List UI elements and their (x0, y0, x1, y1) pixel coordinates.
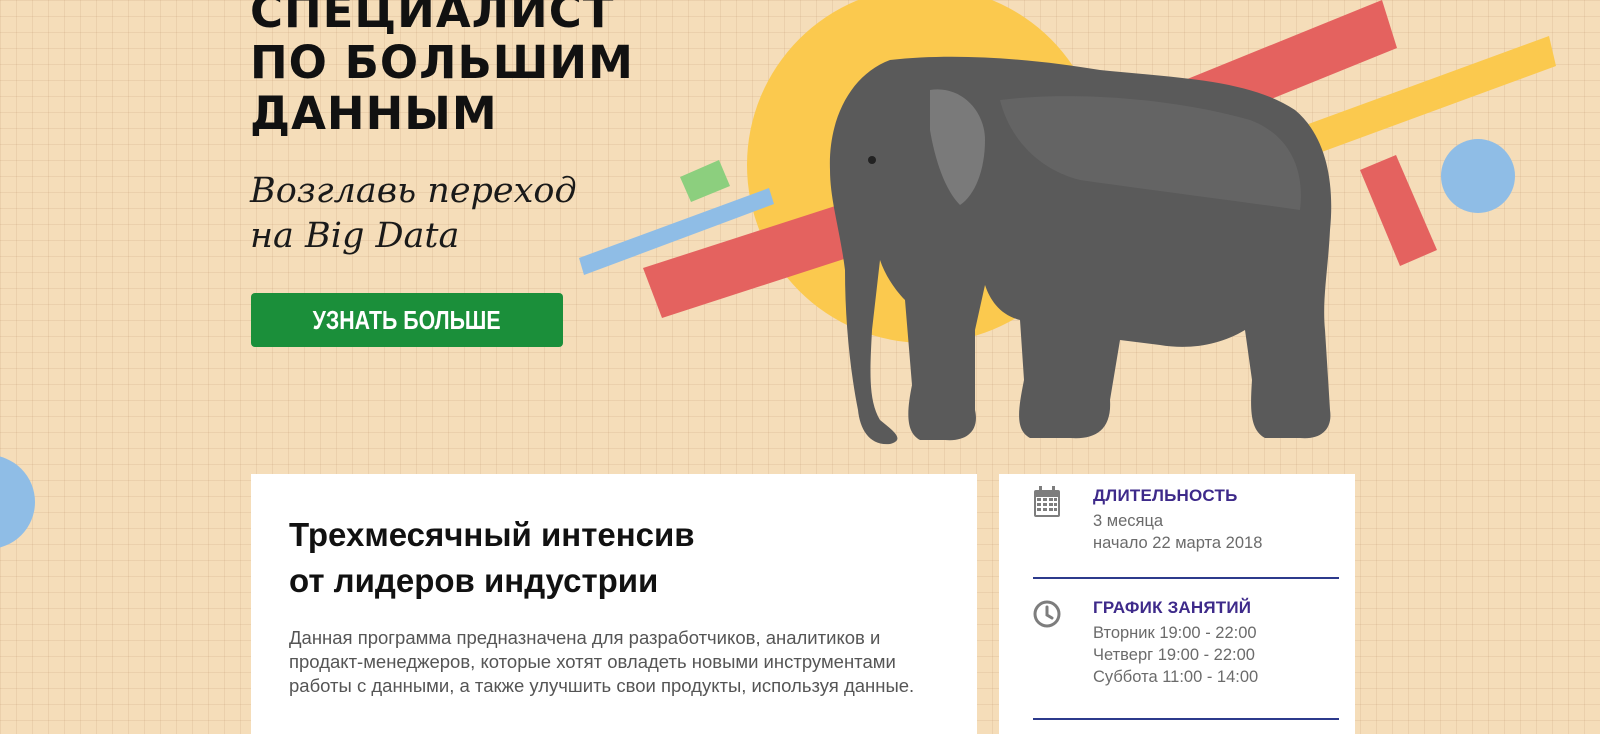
duration-line: 3 месяца (1093, 512, 1164, 530)
yellow-circle-decoration (747, 0, 1103, 343)
schedule-line: Четверг 19:00 - 22:00 (1093, 646, 1255, 664)
divider (1033, 577, 1339, 579)
green-block-decoration (680, 160, 730, 202)
schedule-line: Суббота 11:00 - 14:00 (1093, 668, 1259, 686)
hero-subtitle-line: Возглавь переход (250, 171, 577, 211)
hero-subtitle: Возглавь переход на Big Data (250, 169, 577, 259)
duration-line: начало 22 марта 2018 (1093, 534, 1263, 552)
course-info-card: ДЛИТЕЛЬНОСТЬ 3 месяца начало 22 марта 20… (999, 474, 1355, 734)
duration-title: ДЛИТЕЛЬНОСТЬ (1093, 486, 1238, 505)
blue-circle-left-decoration (0, 456, 35, 548)
blue-circle-right-decoration (1441, 139, 1515, 213)
yellow-stripe-decoration (1292, 36, 1556, 160)
learn-more-button[interactable]: УЗНАТЬ БОЛЬШЕ (251, 293, 563, 347)
learn-more-label: УЗНАТЬ БОЛЬШЕ (313, 304, 501, 335)
hero-subtitle-line: на Big Data (250, 216, 460, 256)
intro-heading: Трехмесячный интенсив от лидеров индустр… (289, 512, 695, 604)
red-stripe-left-decoration (643, 198, 878, 318)
hero-title-line: СПЕЦИАЛИСТ (250, 0, 615, 38)
hero-title-line: ПО БОЛЬШИМ (250, 36, 634, 89)
calendar-icon (1034, 486, 1060, 517)
red-block-decoration (1360, 155, 1437, 266)
duration-details: 3 месяца начало 22 марта 2018 (1093, 510, 1262, 554)
intro-heading-line: Трехмесячный интенсив (289, 516, 695, 553)
clock-icon (1033, 600, 1061, 628)
schedule-details: Вторник 19:00 - 22:00 Четверг 19:00 - 22… (1093, 622, 1258, 688)
intro-heading-line: от лидеров индустрии (289, 562, 659, 599)
schedule-title: ГРАФИК ЗАНЯТИЙ (1093, 598, 1252, 617)
intro-description: Данная программа предназначена для разра… (289, 627, 915, 696)
red-stripe-decoration (1180, 0, 1397, 130)
intro-card: Трехмесячный интенсив от лидеров индустр… (251, 474, 977, 734)
hero-title: СПЕЦИАЛИСТ ПО БОЛЬШИМ ДАННЫМ (250, 0, 634, 139)
schedule-line: Вторник 19:00 - 22:00 (1093, 624, 1257, 642)
elephant-image (829, 56, 1332, 445)
hero-title-line: ДАННЫМ (250, 87, 498, 140)
blue-stripe-decoration (579, 188, 774, 275)
